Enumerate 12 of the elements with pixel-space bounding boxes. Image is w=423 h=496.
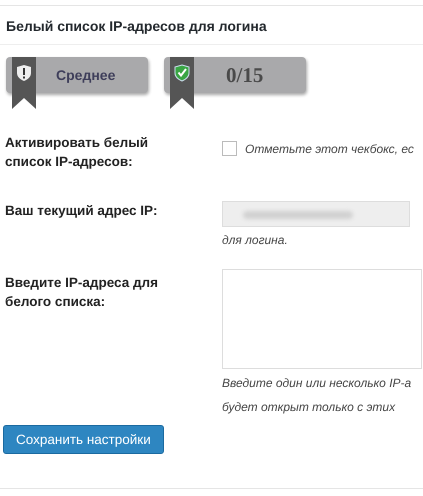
field-label: Активировать белый список IP-адресов: [4, 134, 150, 171]
shield-exclamation-icon [17, 65, 31, 81]
help-text: будет открыт только с этих [222, 399, 396, 416]
save-button[interactable]: Сохранить настройки [3, 425, 164, 454]
field-note: для логина. [222, 233, 289, 247]
panel-title: Белый список IP-адресов для логина [0, 6, 423, 45]
field-label: Ваш текущий адрес IP: [4, 202, 159, 220]
field-label: Введите IP-адреса для белого списка: [4, 274, 159, 311]
help-text: Введите один или несколько IP-а [222, 375, 412, 392]
checkbox[interactable] [222, 141, 237, 156]
ip-list-field[interactable] [222, 269, 422, 369]
checkbox-hint: Отметьте этот чекбокс, ес [245, 142, 414, 156]
